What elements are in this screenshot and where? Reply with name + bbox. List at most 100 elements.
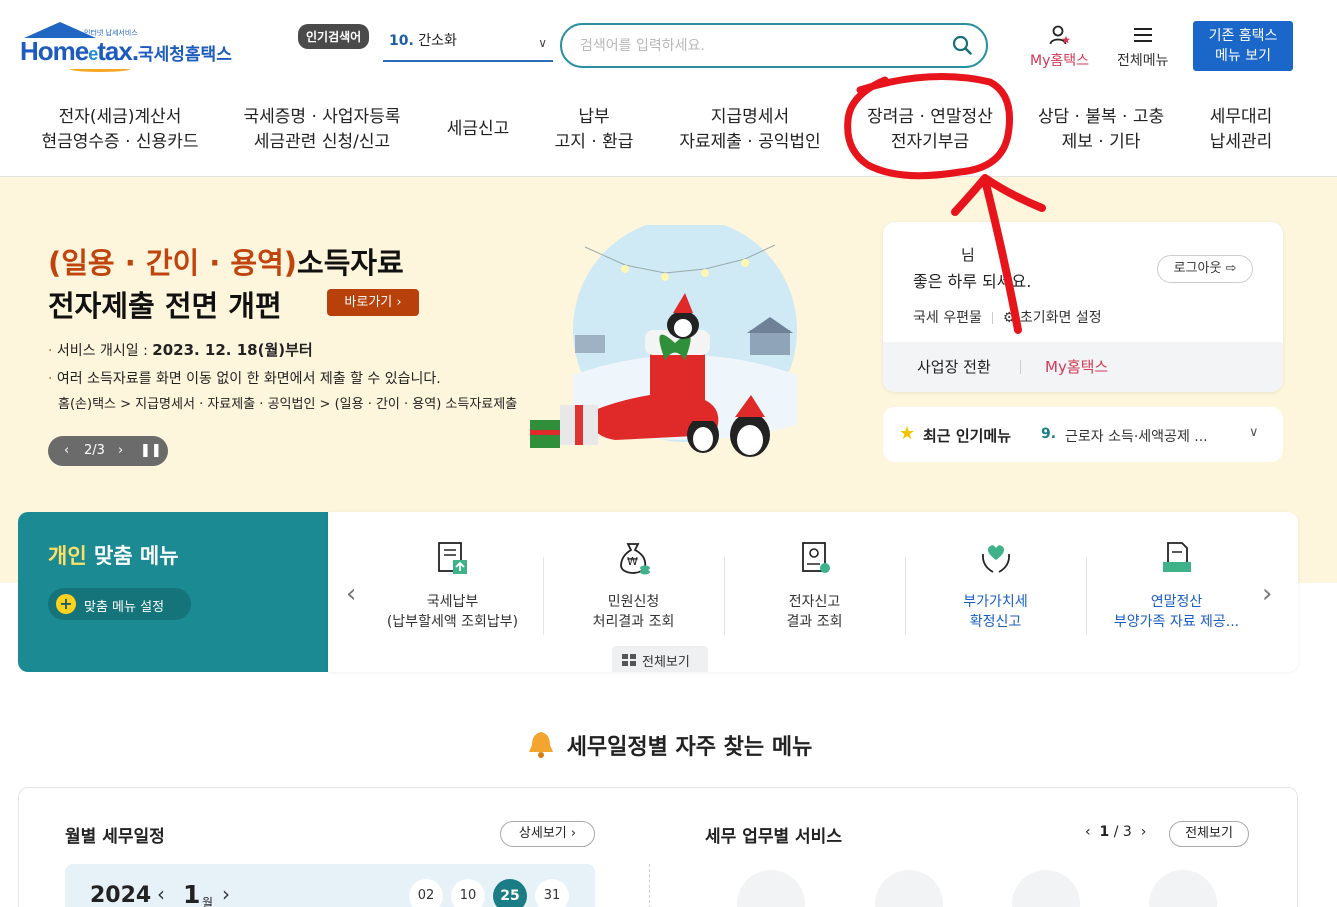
gear-icon: ⚙ [1002, 310, 1016, 326]
calendar-day[interactable]: 31 [535, 879, 569, 907]
popular-search-term: 간소화 [418, 33, 457, 49]
old-menu-line1: 기존 홈택스 [1208, 28, 1278, 44]
user-star-icon [1049, 25, 1070, 45]
popular-search-select[interactable]: 10. 간소화 ∨ [383, 30, 553, 62]
all-menu-link[interactable]: 전체메뉴 [1117, 24, 1169, 70]
heart-hands-icon [981, 545, 1010, 573]
gnb-certificate-registration[interactable]: 국세증명 · 사업자등록 세금관련 신청/신고 [241, 105, 403, 155]
calendar-year: 2024 [90, 883, 152, 907]
login-card-footer: 사업장 전환 My홈택스 [883, 342, 1283, 392]
banner-title-line2: 전자제출 전면 개편 [48, 289, 282, 323]
main-navigation: 전자(세금)계산서 현금영수증 · 신용카드 국세증명 · 사업자등록 세금관련 신… [0, 95, 1337, 177]
home-setting-link[interactable]: 초기화면 설정 [1020, 310, 1102, 326]
recent-popular-text: 근로자 소득·세액공제 ... [1065, 429, 1208, 445]
task-service-view-all-button[interactable]: 전체보기 [1169, 821, 1249, 847]
monthly-schedule-title: 월별 세무일정 [65, 827, 165, 847]
banner-start-date: · 서비스 개시일 : 2023. 12. 18(월)부터 [48, 341, 313, 359]
gnb-tax-agent[interactable]: 세무대리 납세관리 [1206, 105, 1276, 155]
task-service-icon[interactable] [1149, 870, 1217, 907]
gnb-payment-statement[interactable]: 지급명세서 자료제출 · 공익법인 [678, 105, 822, 155]
banner-description: · 여러 소득자료를 화면 이동 없이 한 화면에서 제출 할 수 있습니다. [48, 371, 441, 387]
banner-go-button[interactable]: 바로가기 › [327, 289, 419, 316]
gnb-tax-filing[interactable]: 세금신고 [440, 117, 516, 142]
christmas-boot-illustration [530, 225, 797, 457]
document-check-icon [801, 542, 830, 573]
schedule-section-title: 세무일정별 자주 찾는 메뉴 [0, 728, 1337, 761]
old-hometax-menu-button[interactable]: 기존 홈택스 메뉴 보기 [1193, 21, 1293, 71]
tax-mail-link[interactable]: 국세 우편물 [913, 310, 982, 326]
money-bag-icon: ₩ [619, 543, 650, 575]
plus-icon: + [56, 594, 76, 614]
login-card: 님 좋은 하루 되세요. 로그아웃 ⇨ 국세 우편물 ⚙ 초기화면 설정 사업장 … [883, 222, 1283, 392]
chevron-right-icon[interactable]: › [222, 882, 230, 906]
switch-business-link[interactable]: 사업장 전환 [917, 356, 991, 377]
gnb-consult-appeal[interactable]: 상담 · 불복 · 고충 제보 · 기타 [1035, 105, 1167, 155]
gnb-e-invoice[interactable]: 전자(세금)계산서 현금영수증 · 신용카드 [40, 105, 200, 155]
pause-icon[interactable]: ❚❚ [140, 443, 162, 458]
header: 인터넷 납세서비스 Homeetax. 국세청홈택스 인기검색어 10. 간소화… [0, 0, 1337, 90]
task-service-title: 세무 업무별 서비스 [705, 827, 842, 847]
chevron-left-icon[interactable]: ‹ [346, 579, 356, 609]
calendar-day[interactable]: 10 [451, 879, 485, 907]
banner-next-button[interactable]: › [118, 443, 123, 458]
chevron-left-icon[interactable]: ‹ [1085, 824, 1091, 840]
logo-wordmark: Homeetax. [20, 36, 139, 66]
calendar-day[interactable]: 02 [409, 879, 443, 907]
custom-menu-item-vat-final[interactable]: 부가가치세 확정신고 [905, 540, 1086, 632]
banner-page-indicator: 2/3 [84, 443, 105, 458]
my-hometax-link[interactable]: My홈택스 [1030, 24, 1089, 70]
search-bar [560, 23, 988, 68]
custom-menu-title: 개인 맞춤 메뉴 [48, 544, 179, 568]
document-tray-icon [1162, 542, 1191, 572]
gnb-incentive-year-end[interactable]: 장려금 · 연말정산 전자기부금 [864, 105, 996, 155]
chevron-down-icon: ∨ [1249, 425, 1259, 440]
chevron-left-icon[interactable]: ‹ [157, 882, 165, 906]
logo-swoosh-icon [70, 66, 130, 72]
custom-menu-panel: 개인 맞춤 메뉴 + 맞춤 메뉴 설정 [18, 512, 328, 672]
schedule-detail-button[interactable]: 상세보기 › [500, 821, 595, 847]
custom-menu-item-e-filing-result[interactable]: 전자신고 결과 조회 [724, 540, 905, 632]
hometax-logo[interactable]: 인터넷 납세서비스 Homeetax. 국세청홈택스 [20, 22, 235, 74]
schedule-box: 월별 세무일정 상세보기 › 2024 ‹ 1 월 › 02 10 25 31 … [18, 787, 1298, 907]
my-hometax-card-link[interactable]: My홈택스 [1045, 356, 1108, 377]
banner-title-line1: (일용 · 간이 · 용역)소득자료 [48, 246, 404, 280]
custom-menu-list: ‹ › 국세납부 (납부할세액 조회납부) ₩ 민원신청 처리결과 조회 전자신고 결… [328, 512, 1298, 672]
task-service-icon[interactable] [737, 870, 805, 907]
hamburger-menu-icon [1133, 28, 1152, 42]
calendar-month-unit: 월 [202, 896, 214, 907]
grid-icon [622, 654, 636, 666]
logout-button[interactable]: 로그아웃 ⇨ [1157, 255, 1253, 283]
divider [1020, 360, 1021, 374]
custom-menu-item-tax-payment[interactable]: 국세납부 (납부할세액 조회납부) [362, 540, 543, 632]
custom-menu-view-all-button[interactable]: 전체보기 [612, 646, 708, 672]
custom-menu-item-civil-result[interactable]: ₩ 민원신청 처리결과 조회 [543, 540, 724, 632]
recent-popular-menu[interactable]: ★ 최근 인기메뉴 9. 근로자 소득·세액공제 ... ∨ [883, 407, 1283, 462]
banner-menu-path: 홈(손)택스 > 지급명세서 · 자료제출 · 공익법인 > (일용 · 간이 … [58, 397, 518, 412]
task-service-icon[interactable] [1012, 870, 1080, 907]
chevron-down-icon: ∨ [538, 36, 547, 50]
user-name-suffix: 님 [961, 246, 975, 264]
search-icon[interactable] [952, 35, 972, 55]
all-menu-label: 전체메뉴 [1117, 53, 1169, 69]
calendar-month: 1 [183, 880, 201, 907]
my-hometax-label: My홈택스 [1030, 53, 1090, 69]
document-upload-icon [437, 542, 467, 574]
popular-search-rank: 10. [389, 33, 414, 49]
search-input[interactable] [580, 35, 940, 57]
gnb-payment-refund[interactable]: 납부 고지 · 환급 [553, 105, 635, 155]
custom-menu-item-year-end[interactable]: 연말정산 부양가족 자료 제공... [1086, 540, 1267, 632]
task-service-icon[interactable] [875, 870, 943, 907]
login-links: 국세 우편물 ⚙ 초기화면 설정 [913, 307, 1102, 327]
banner-prev-button[interactable]: ‹ [64, 443, 69, 458]
star-icon: ★ [899, 423, 916, 444]
popular-search-badge: 인기검색어 [298, 24, 370, 49]
divider [991, 312, 993, 324]
custom-menu-setting-button[interactable]: + 맞춤 메뉴 설정 [48, 588, 191, 620]
calendar-strip: 2024 ‹ 1 월 › 02 10 25 31 [65, 864, 595, 907]
bell-icon [528, 732, 553, 758]
chevron-right-icon[interactable]: › [1141, 824, 1147, 840]
greeting-text: 좋은 하루 되세요. [913, 272, 1032, 291]
banner-pager: ‹ 2/3 › ❚❚ [48, 436, 168, 466]
calendar-day-selected[interactable]: 25 [493, 879, 527, 907]
recent-popular-rank: 9. [1041, 426, 1057, 442]
